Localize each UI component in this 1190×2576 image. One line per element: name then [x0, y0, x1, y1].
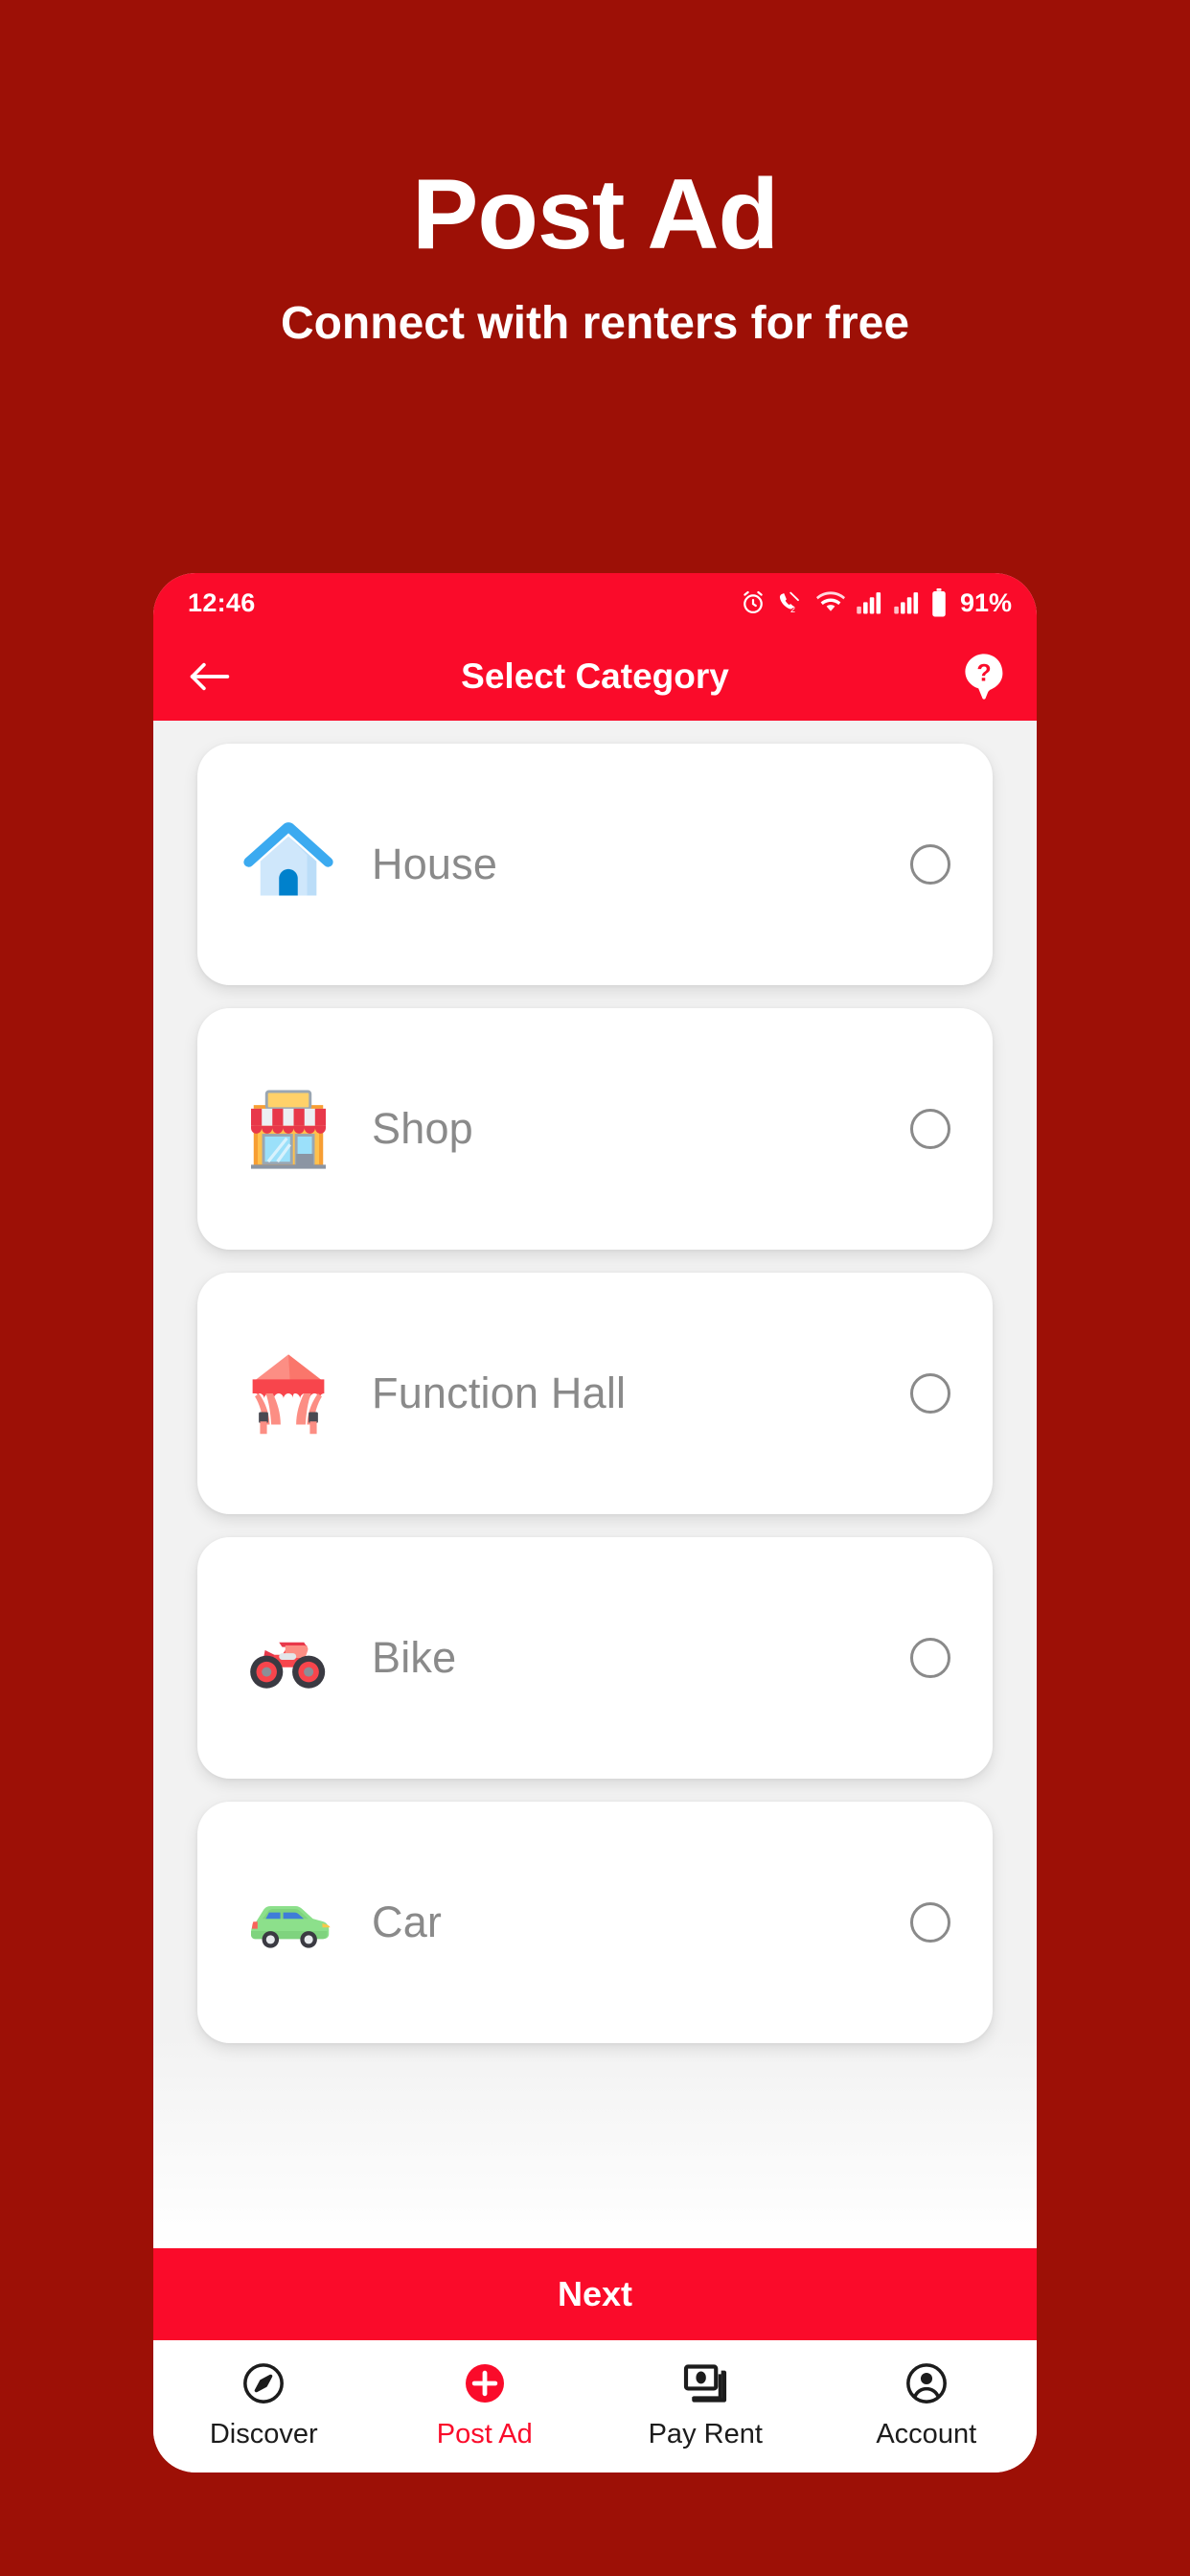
app-bar-title: Select Category [461, 656, 729, 696]
category-radio[interactable] [910, 1902, 950, 1943]
page-subtitle: Connect with renters for free [280, 298, 910, 349]
plus-circle-icon [459, 2358, 511, 2409]
app-bar: Select Category ? [153, 632, 1037, 721]
next-button[interactable]: Next [153, 2248, 1037, 2340]
category-card-car[interactable]: Car [197, 1802, 993, 2043]
category-label: Shop [372, 1104, 473, 1153]
category-card-function-hall[interactable]: Function Hall [197, 1273, 993, 1514]
nav-item-discover[interactable]: Discover [153, 2358, 375, 2450]
person-circle-icon [901, 2358, 952, 2409]
car-icon [236, 1870, 341, 1975]
nav-item-pay-rent[interactable]: Pay Rent [595, 2358, 816, 2450]
promo-header: Post Ad Connect with renters for free [0, 0, 1190, 573]
status-time: 12:46 [188, 587, 256, 617]
call-mute-dual-sim-icon: 2 [777, 589, 806, 616]
status-icons: 2 91% [740, 588, 1012, 618]
battery-percent: 91% [959, 587, 1012, 617]
nav-label: Pay Rent [648, 2419, 763, 2450]
nav-label: Account [876, 2419, 977, 2450]
category-radio[interactable] [910, 1373, 950, 1414]
category-label: Car [372, 1898, 443, 1946]
status-bar: 12:46 2 91% [153, 573, 1037, 632]
back-arrow-icon[interactable] [182, 649, 238, 704]
category-label: Bike [372, 1633, 457, 1682]
cards-icon [679, 2358, 731, 2409]
page-title: Post Ad [411, 159, 779, 270]
nav-item-post-ad[interactable]: Post Ad [375, 2358, 596, 2450]
category-label: House [372, 840, 498, 888]
svg-text:2: 2 [790, 605, 795, 614]
tent-icon [236, 1341, 341, 1446]
battery-icon [930, 588, 948, 617]
house-icon [236, 812, 341, 917]
alarm-icon [740, 589, 767, 616]
nav-item-account[interactable]: Account [816, 2358, 1038, 2450]
shop-icon [236, 1076, 341, 1182]
category-card-shop[interactable]: Shop [197, 1008, 993, 1250]
category-radio[interactable] [910, 1109, 950, 1149]
wifi-icon [815, 590, 845, 615]
bottom-nav: Discover Post Ad Pay Rent Account [153, 2340, 1037, 2472]
signal-bars-1-icon [856, 590, 882, 615]
help-icon[interactable]: ? [956, 649, 1012, 704]
category-radio[interactable] [910, 844, 950, 885]
category-card-house[interactable]: House [197, 744, 993, 985]
svg-text:?: ? [976, 660, 991, 687]
category-card-bike[interactable]: Bike [197, 1537, 993, 1779]
category-list[interactable]: House Shop Function Hall Bike Car [153, 721, 1037, 2248]
nav-label: Discover [209, 2419, 318, 2450]
category-label: Function Hall [372, 1368, 627, 1417]
compass-icon [238, 2358, 289, 2409]
motorcycle-icon [236, 1605, 341, 1711]
category-radio[interactable] [910, 1638, 950, 1678]
signal-bars-2-icon [893, 590, 920, 615]
phone-mockup: 12:46 2 91% Select Category ? House Shop… [153, 573, 1037, 2472]
nav-label: Post Ad [436, 2419, 533, 2450]
